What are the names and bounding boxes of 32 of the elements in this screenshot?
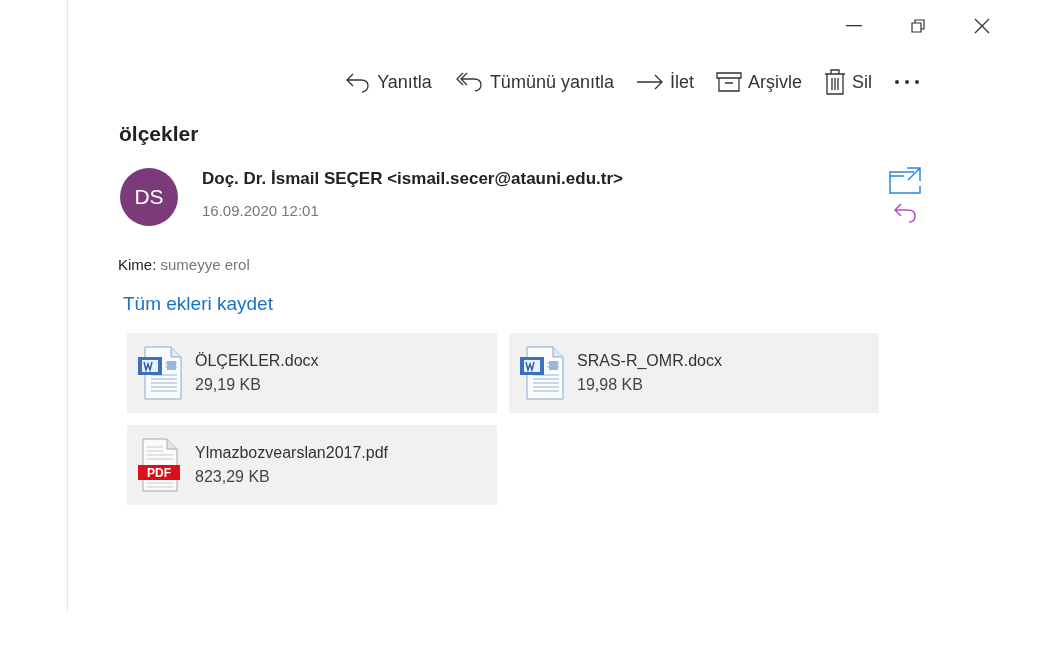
arrow-right-icon	[635, 73, 664, 91]
open-in-window-icon[interactable]	[888, 166, 922, 194]
attachment-card[interactable]: ÖLÇEKLER.docx 29,19 KB	[127, 333, 497, 413]
sender-avatar: DS	[120, 168, 178, 226]
attachment-size: 29,19 KB	[195, 376, 262, 394]
attachment-size: 823,29 KB	[195, 468, 271, 486]
word-document-icon	[137, 345, 183, 401]
sent-date: 16.09.2020 12:01	[202, 202, 320, 219]
attachment-card[interactable]: PDF Ylmazbozvearslan2017.pdf 823,29 KB	[127, 425, 497, 505]
word-document-icon	[519, 345, 565, 401]
minimize-icon[interactable]	[846, 25, 862, 27]
sender-name: Doç. Dr. İsmail SEÇER <ismail.secer@atauni.edu.tr>	[202, 169, 624, 189]
attachment-name: SRAS-R_OMR.docx	[577, 352, 722, 370]
save-all-attachments-link[interactable]: Tüm ekleri kaydet	[123, 293, 273, 315]
trash-icon	[824, 69, 846, 95]
email-subject: ölçekler	[119, 122, 200, 146]
attachment-card[interactable]: SRAS-R_OMR.docx 19,98 KB	[509, 333, 879, 413]
close-icon[interactable]	[974, 18, 990, 34]
delete-button[interactable]: Sil	[816, 65, 880, 99]
reply-icon	[345, 71, 372, 93]
attachment-name: Ylmazbozvearslan2017.pdf	[195, 444, 388, 462]
attachment-size: 19,98 KB	[577, 376, 644, 394]
more-icon	[894, 79, 920, 85]
recipients-line: Kime: sumeyye erol	[118, 256, 251, 273]
reply-icon[interactable]	[893, 202, 917, 224]
forward-button[interactable]: İlet	[627, 67, 702, 97]
restore-icon[interactable]	[911, 19, 925, 33]
archive-icon	[715, 71, 742, 93]
attachment-name: ÖLÇEKLER.docx	[195, 352, 319, 370]
reply-all-button[interactable]: Tümünü yanıtla	[445, 67, 622, 97]
archive-button[interactable]: Arşivle	[707, 67, 810, 97]
reply-button[interactable]: Yanıtla	[337, 67, 440, 97]
